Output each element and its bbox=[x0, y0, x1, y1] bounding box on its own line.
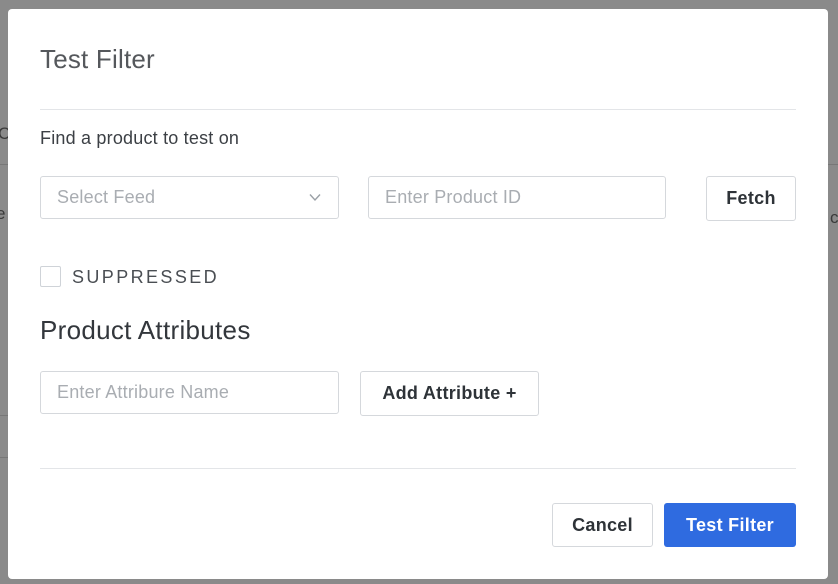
background-text-fragment: c bbox=[830, 208, 838, 227]
cancel-button[interactable]: Cancel bbox=[552, 503, 653, 547]
test-filter-button[interactable]: Test Filter bbox=[664, 503, 796, 547]
modal-title: Test Filter bbox=[40, 44, 155, 74]
fetch-button[interactable]: Fetch bbox=[706, 176, 796, 221]
background-divider bbox=[0, 164, 8, 165]
attribute-name-input[interactable]: Enter Attribure Name bbox=[40, 371, 339, 414]
footer-divider bbox=[40, 468, 796, 469]
background-divider bbox=[0, 415, 8, 416]
background-divider bbox=[0, 457, 8, 458]
header-divider bbox=[40, 109, 796, 110]
find-product-label: Find a product to test on bbox=[40, 128, 240, 148]
suppressed-checkbox[interactable] bbox=[40, 266, 61, 287]
feed-select-placeholder: Select Feed bbox=[57, 187, 156, 207]
product-id-placeholder: Enter Product ID bbox=[385, 187, 522, 207]
add-attribute-button[interactable]: Add Attribute + bbox=[360, 371, 539, 416]
feed-select[interactable]: Select Feed bbox=[40, 176, 339, 219]
product-attributes-heading: Product Attributes bbox=[40, 315, 251, 345]
attribute-name-placeholder: Enter Attribure Name bbox=[57, 382, 230, 402]
background-text-fragment: e bbox=[0, 204, 6, 223]
chevron-down-icon bbox=[309, 194, 321, 202]
suppressed-label[interactable]: SUPPRESSED bbox=[72, 266, 219, 288]
product-id-input[interactable]: Enter Product ID bbox=[368, 176, 666, 219]
test-filter-modal: Test Filter Find a product to test on Se… bbox=[8, 9, 828, 579]
background-divider bbox=[828, 164, 838, 165]
